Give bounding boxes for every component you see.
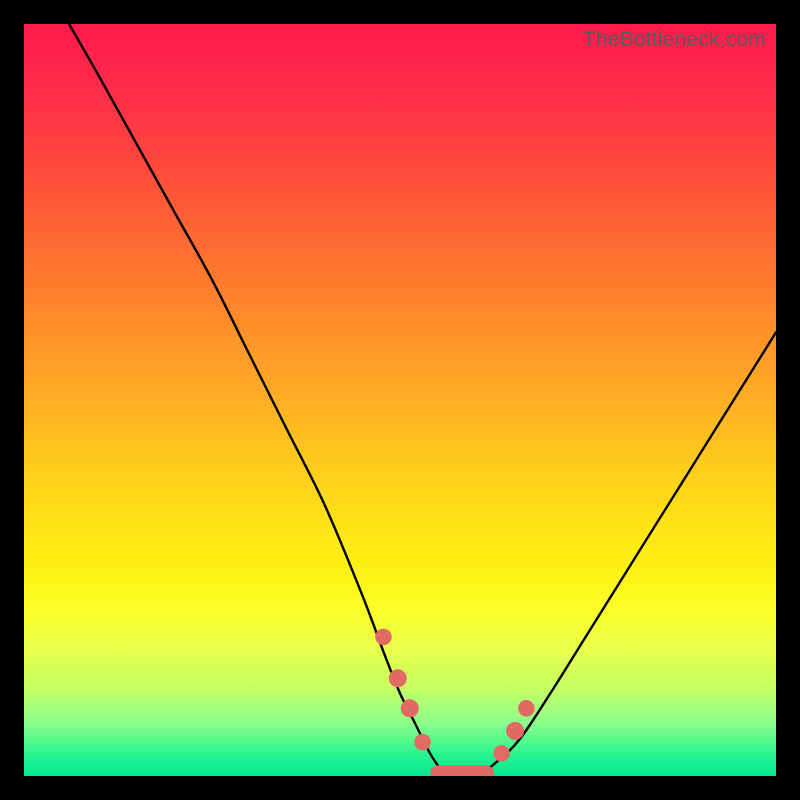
marker-dot	[375, 629, 392, 646]
chart-svg	[24, 24, 776, 776]
marker-dot	[414, 734, 431, 751]
chart-plot-area: TheBottleneck.com	[24, 24, 776, 776]
marker-dot	[401, 699, 419, 717]
chart-frame: TheBottleneck.com	[0, 0, 800, 800]
marker-dot	[506, 722, 524, 740]
marker-dot	[518, 700, 535, 717]
right-curve	[445, 332, 776, 776]
marker-dot	[493, 745, 510, 762]
marker-pill	[430, 765, 494, 776]
marker-dot	[389, 669, 407, 687]
minimum-markers	[375, 629, 534, 776]
left-curve	[69, 24, 445, 776]
